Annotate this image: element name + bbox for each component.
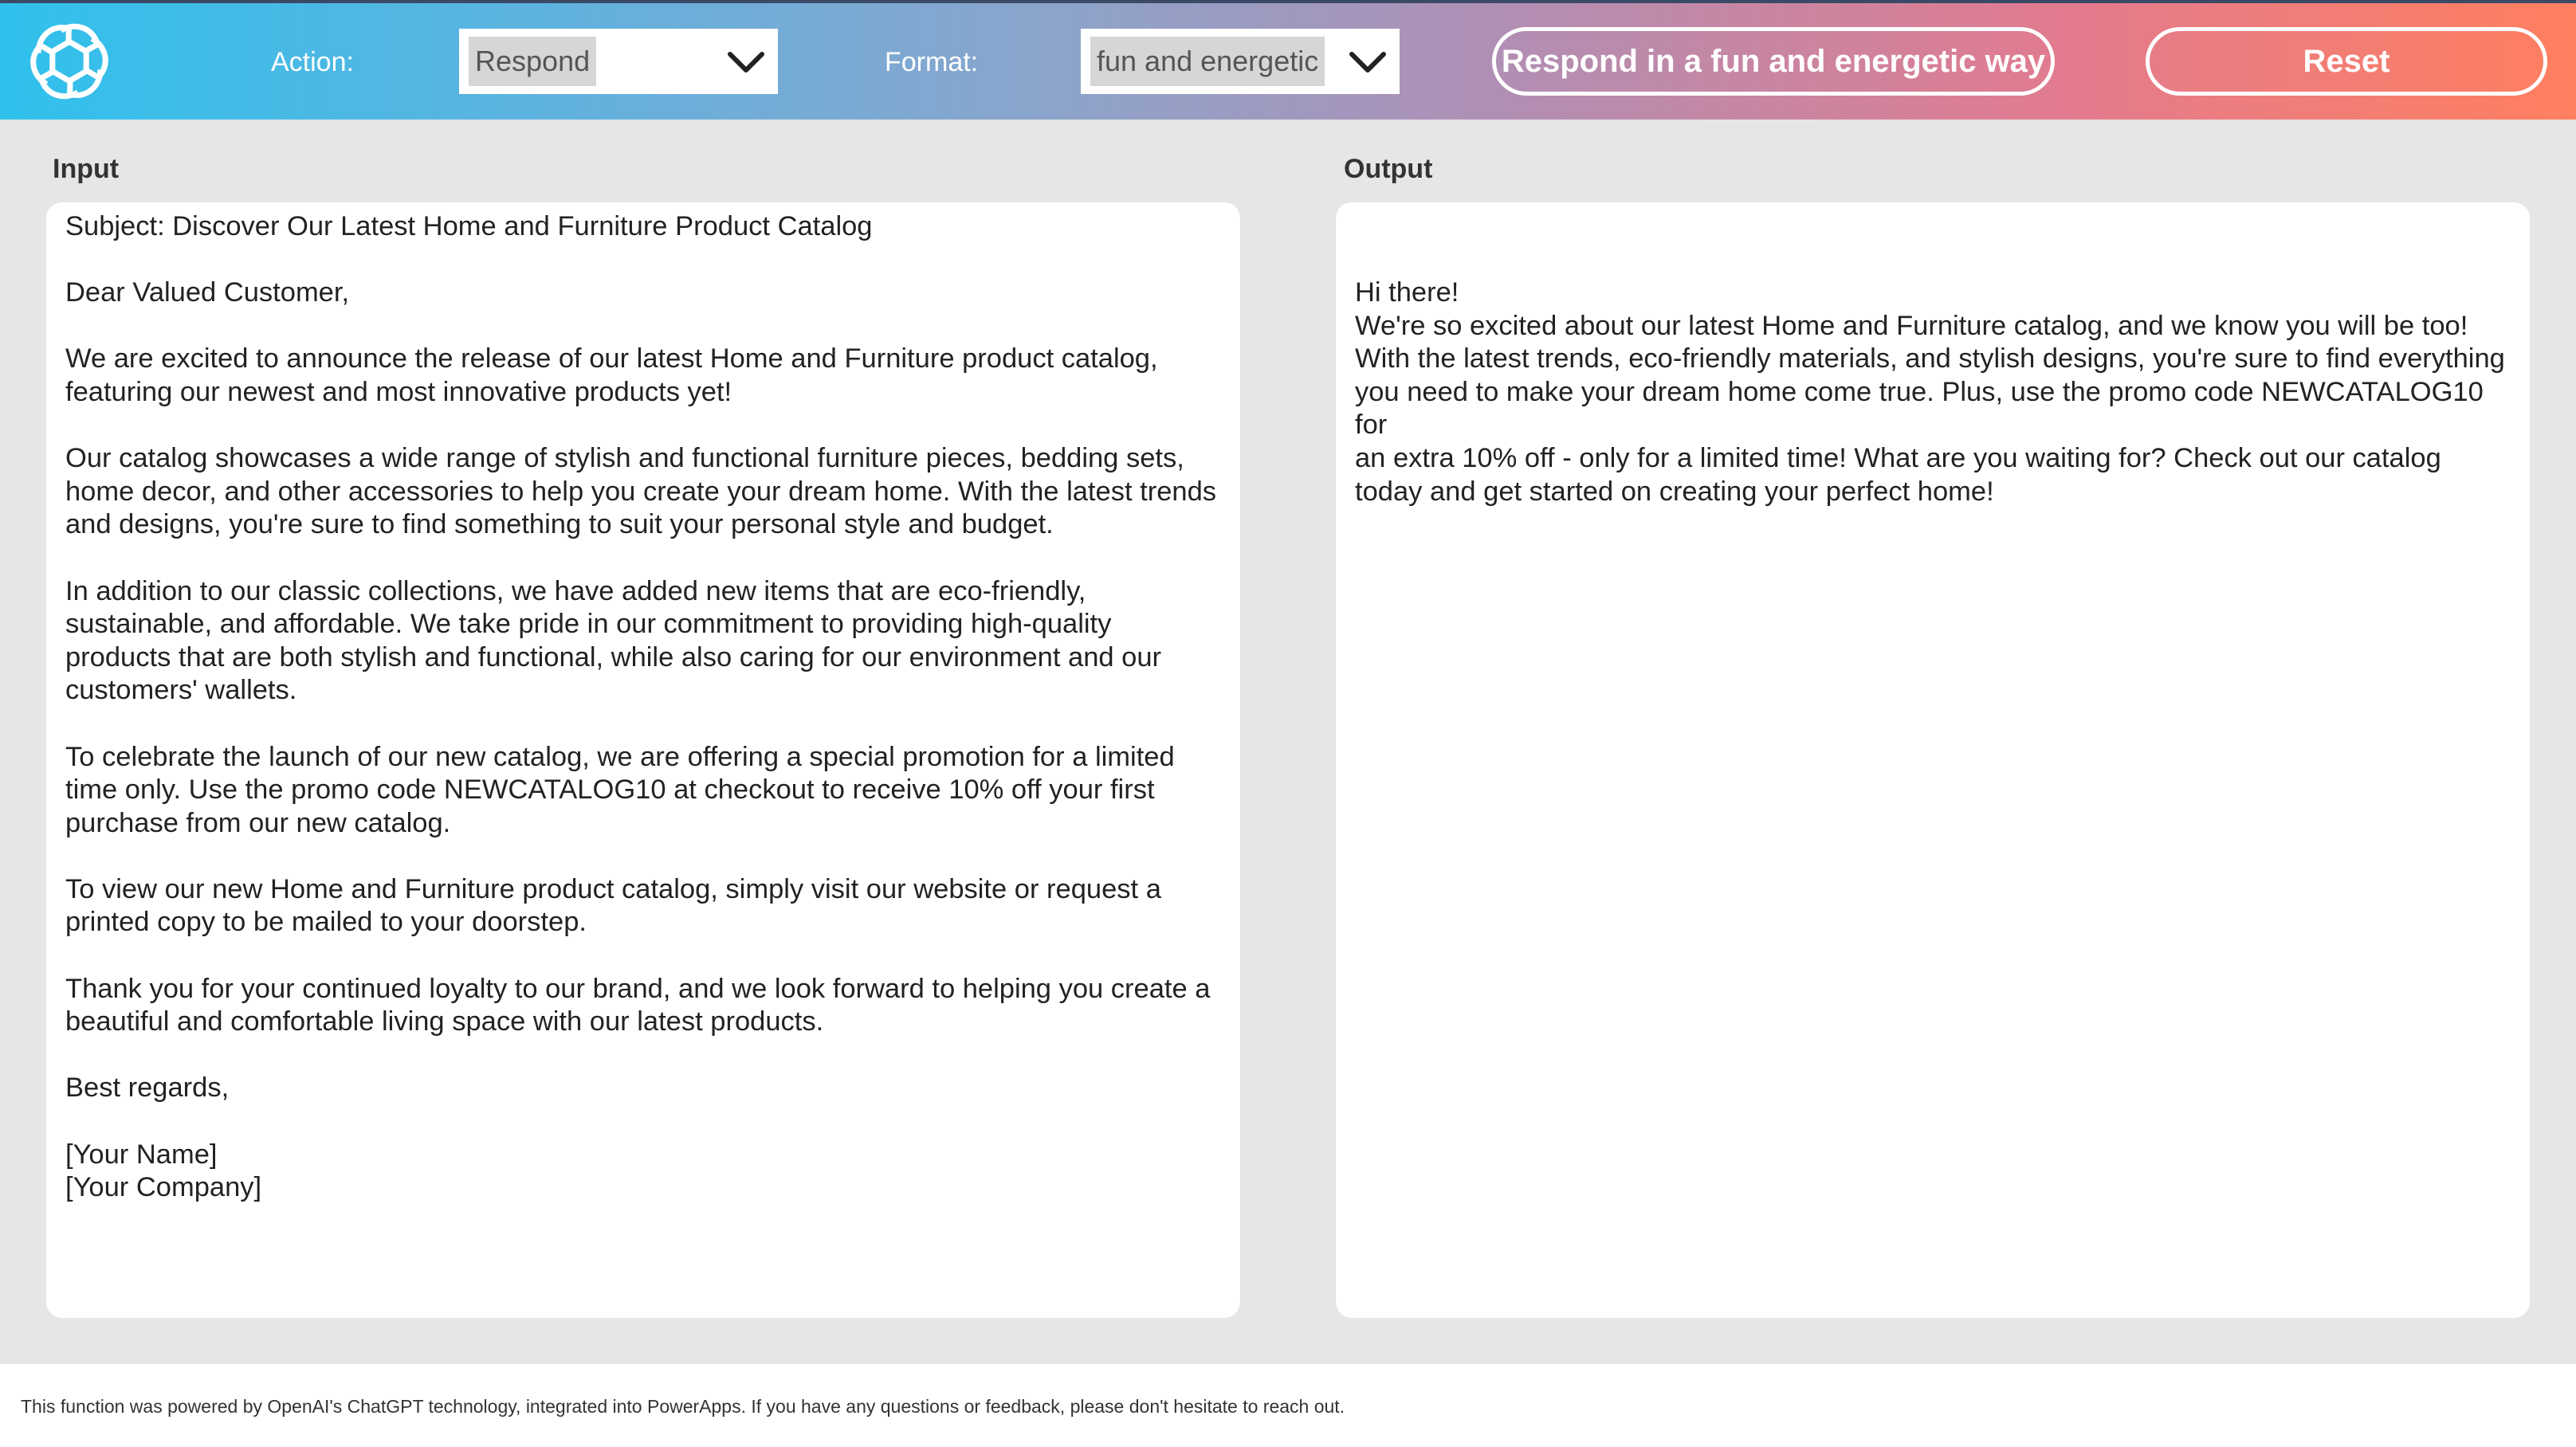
input-paragraph: [Your Name] [Your Company] [65,1139,262,1203]
action-selected-value: Respond [469,37,597,86]
format-dropdown[interactable]: fun and energetic [1081,29,1400,94]
output-line: We're so excited about our latest Home a… [1355,310,2505,507]
reset-button[interactable]: Reset [2146,27,2547,96]
input-paragraph: To celebrate the launch of our new catal… [65,741,1175,838]
chevron-down-icon [1349,52,1386,73]
input-paragraph: Thank you for your continued loyalty to … [65,973,1211,1037]
input-paragraph: In addition to our classic collections, … [65,575,1162,706]
header-bar: Action: Respond Format: fun and energeti… [0,0,2576,120]
input-paragraph: To view our new Home and Furniture produ… [65,873,1161,938]
action-dropdown[interactable]: Respond [459,29,778,94]
input-paragraph: Subject: Discover Our Latest Home and Fu… [65,211,873,241]
input-paragraph: Dear Valued Customer, [65,277,350,308]
output-label: Output [1344,154,1433,184]
openai-logo-icon [27,19,112,104]
footer: This function was powered by OpenAI's Ch… [0,1364,2576,1447]
input-paragraph: Best regards, [65,1073,230,1104]
format-label: Format: [885,47,979,77]
output-textarea[interactable]: Hi there! We're so excited about our lat… [1336,202,2530,1318]
input-paragraph: We are excited to announce the release o… [65,343,1158,407]
chevron-down-icon [728,52,764,73]
footer-text: This function was powered by OpenAI's Ch… [21,1396,1345,1417]
output-line: Hi there! [1355,277,1459,308]
format-selected-value: fun and energetic [1090,37,1325,86]
input-label: Input [53,154,120,184]
input-paragraph: Our catalog showcases a wide range of st… [65,443,1217,540]
action-label: Action: [271,47,354,77]
input-textarea[interactable]: Subject: Discover Our Latest Home and Fu… [46,202,1240,1318]
respond-button[interactable]: Respond in a fun and energetic way [1492,27,2055,96]
